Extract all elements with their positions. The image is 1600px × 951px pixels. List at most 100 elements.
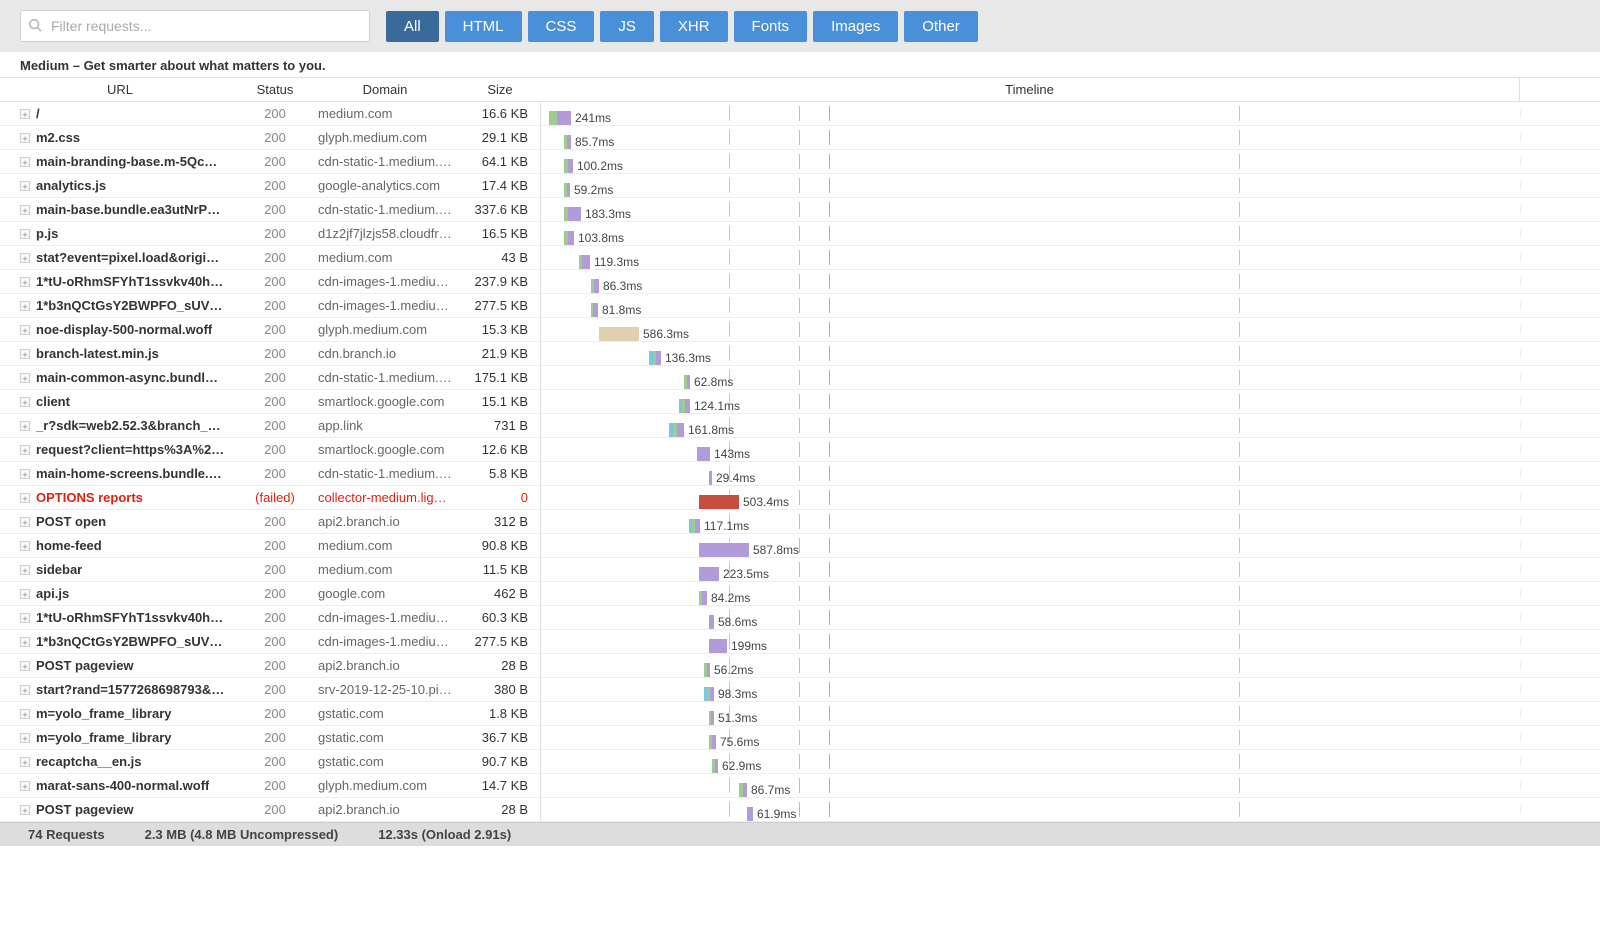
filter-fonts[interactable]: Fonts: [734, 11, 808, 42]
table-row[interactable]: +OPTIONS reports(failed)collector-medium…: [0, 486, 1600, 510]
url-cell[interactable]: +recaptcha__en.js: [0, 750, 240, 773]
expand-icon[interactable]: +: [20, 253, 30, 263]
filter-xhr[interactable]: XHR: [660, 11, 728, 42]
table-row[interactable]: +stat?event=pixel.load&origi…200medium.c…: [0, 246, 1600, 270]
expand-icon[interactable]: +: [20, 301, 30, 311]
filter-images[interactable]: Images: [813, 11, 898, 42]
url-cell[interactable]: +m=yolo_frame_library: [0, 702, 240, 725]
expand-icon[interactable]: +: [20, 541, 30, 551]
url-cell[interactable]: +marat-sans-400-normal.woff: [0, 774, 240, 797]
filter-other[interactable]: Other: [904, 11, 978, 42]
url-cell[interactable]: +OPTIONS reports: [0, 486, 240, 509]
expand-icon[interactable]: +: [20, 805, 30, 815]
expand-icon[interactable]: +: [20, 349, 30, 359]
url-cell[interactable]: +m=yolo_frame_library: [0, 726, 240, 749]
table-row[interactable]: +noe-display-500-normal.woff200glyph.med…: [0, 318, 1600, 342]
expand-icon[interactable]: +: [20, 781, 30, 791]
url-cell[interactable]: +POST pageview: [0, 654, 240, 677]
filter-all[interactable]: All: [386, 11, 439, 42]
url-cell[interactable]: +main-home-screens.bundle.…: [0, 462, 240, 485]
table-row[interactable]: +POST pageview200api2.branch.io28 B61.9m…: [0, 798, 1600, 822]
url-cell[interactable]: +main-branding-base.m-5Qc…: [0, 150, 240, 173]
table-row[interactable]: +marat-sans-400-normal.woff200glyph.medi…: [0, 774, 1600, 798]
table-row[interactable]: +1*b3nQCtGsY2BWPFO_sUV…200cdn-images-1.m…: [0, 630, 1600, 654]
url-cell[interactable]: +start?rand=1577268698793&…: [0, 678, 240, 701]
expand-icon[interactable]: +: [20, 685, 30, 695]
url-cell[interactable]: +main-common-async.bundl…: [0, 366, 240, 389]
col-header-domain[interactable]: Domain: [310, 78, 460, 101]
table-row[interactable]: +main-base.bundle.ea3utNrP…200cdn-static…: [0, 198, 1600, 222]
col-header-url[interactable]: URL: [0, 78, 240, 101]
url-cell[interactable]: +1*tU-oRhmSFYhT1ssvkv40h…: [0, 270, 240, 293]
expand-icon[interactable]: +: [20, 469, 30, 479]
table-row[interactable]: +client200smartlock.google.com15.1 KB124…: [0, 390, 1600, 414]
table-row[interactable]: +POST pageview200api2.branch.io28 B56.2m…: [0, 654, 1600, 678]
expand-icon[interactable]: +: [20, 589, 30, 599]
expand-icon[interactable]: +: [20, 565, 30, 575]
table-row[interactable]: +branch-latest.min.js200cdn.branch.io21.…: [0, 342, 1600, 366]
filter-js[interactable]: JS: [600, 11, 654, 42]
expand-icon[interactable]: +: [20, 157, 30, 167]
url-cell[interactable]: +api.js: [0, 582, 240, 605]
table-row[interactable]: +/200medium.com16.6 KB241ms: [0, 102, 1600, 126]
expand-icon[interactable]: +: [20, 709, 30, 719]
table-row[interactable]: +analytics.js200google-analytics.com17.4…: [0, 174, 1600, 198]
table-row[interactable]: +main-common-async.bundl…200cdn-static-1…: [0, 366, 1600, 390]
table-row[interactable]: +1*tU-oRhmSFYhT1ssvkv40h…200cdn-images-1…: [0, 270, 1600, 294]
table-row[interactable]: +1*tU-oRhmSFYhT1ssvkv40h…200cdn-images-1…: [0, 606, 1600, 630]
url-cell[interactable]: +sidebar: [0, 558, 240, 581]
table-row[interactable]: +home-feed200medium.com90.8 KB587.8ms: [0, 534, 1600, 558]
url-cell[interactable]: +1*b3nQCtGsY2BWPFO_sUV…: [0, 630, 240, 653]
url-cell[interactable]: +main-base.bundle.ea3utNrP…: [0, 198, 240, 221]
table-row[interactable]: +main-branding-base.m-5Qc…200cdn-static-…: [0, 150, 1600, 174]
table-row[interactable]: +m=yolo_frame_library200gstatic.com1.8 K…: [0, 702, 1600, 726]
expand-icon[interactable]: +: [20, 229, 30, 239]
table-row[interactable]: +api.js200google.com462 B84.2ms: [0, 582, 1600, 606]
table-row[interactable]: +recaptcha__en.js200gstatic.com90.7 KB62…: [0, 750, 1600, 774]
filter-input[interactable]: [20, 10, 370, 42]
url-cell[interactable]: +analytics.js: [0, 174, 240, 197]
expand-icon[interactable]: +: [20, 277, 30, 287]
expand-icon[interactable]: +: [20, 397, 30, 407]
expand-icon[interactable]: +: [20, 661, 30, 671]
expand-icon[interactable]: +: [20, 109, 30, 119]
expand-icon[interactable]: +: [20, 205, 30, 215]
table-row[interactable]: +POST open200api2.branch.io312 B117.1ms: [0, 510, 1600, 534]
expand-icon[interactable]: +: [20, 517, 30, 527]
url-cell[interactable]: +noe-display-500-normal.woff: [0, 318, 240, 341]
filter-css[interactable]: CSS: [528, 11, 595, 42]
table-row[interactable]: +_r?sdk=web2.52.3&branch_…200app.link731…: [0, 414, 1600, 438]
table-row[interactable]: +m2.css200glyph.medium.com29.1 KB85.7ms: [0, 126, 1600, 150]
table-row[interactable]: +sidebar200medium.com11.5 KB223.5ms: [0, 558, 1600, 582]
url-cell[interactable]: +/: [0, 102, 240, 125]
expand-icon[interactable]: +: [20, 733, 30, 743]
filter-html[interactable]: HTML: [445, 11, 522, 42]
url-cell[interactable]: +home-feed: [0, 534, 240, 557]
url-cell[interactable]: +m2.css: [0, 126, 240, 149]
url-cell[interactable]: +stat?event=pixel.load&origi…: [0, 246, 240, 269]
url-cell[interactable]: +client: [0, 390, 240, 413]
expand-icon[interactable]: +: [20, 757, 30, 767]
url-cell[interactable]: +POST open: [0, 510, 240, 533]
table-row[interactable]: +p.js200d1z2jf7jlzjs58.cloudfr…16.5 KB10…: [0, 222, 1600, 246]
expand-icon[interactable]: +: [20, 181, 30, 191]
url-cell[interactable]: +1*tU-oRhmSFYhT1ssvkv40h…: [0, 606, 240, 629]
col-header-status[interactable]: Status: [240, 78, 310, 101]
table-row[interactable]: +1*b3nQCtGsY2BWPFO_sUV…200cdn-images-1.m…: [0, 294, 1600, 318]
table-row[interactable]: +request?client=https%3A%2…200smartlock.…: [0, 438, 1600, 462]
expand-icon[interactable]: +: [20, 613, 30, 623]
expand-icon[interactable]: +: [20, 445, 30, 455]
col-header-timeline[interactable]: Timeline: [540, 78, 1520, 101]
table-row[interactable]: +start?rand=1577268698793&…200srv-2019-1…: [0, 678, 1600, 702]
table-row[interactable]: +main-home-screens.bundle.…200cdn-static…: [0, 462, 1600, 486]
url-cell[interactable]: +request?client=https%3A%2…: [0, 438, 240, 461]
col-header-size[interactable]: Size: [460, 78, 540, 101]
expand-icon[interactable]: +: [20, 421, 30, 431]
url-cell[interactable]: +_r?sdk=web2.52.3&branch_…: [0, 414, 240, 437]
expand-icon[interactable]: +: [20, 493, 30, 503]
expand-icon[interactable]: +: [20, 373, 30, 383]
url-cell[interactable]: +POST pageview: [0, 798, 240, 821]
expand-icon[interactable]: +: [20, 637, 30, 647]
table-row[interactable]: +m=yolo_frame_library200gstatic.com36.7 …: [0, 726, 1600, 750]
url-cell[interactable]: +branch-latest.min.js: [0, 342, 240, 365]
